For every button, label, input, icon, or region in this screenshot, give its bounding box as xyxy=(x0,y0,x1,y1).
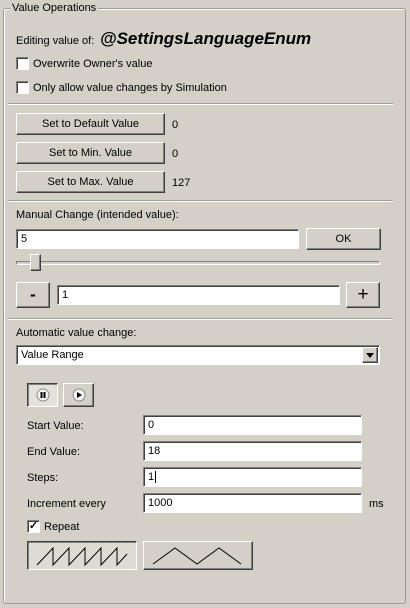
pause-icon xyxy=(36,388,49,402)
increment-unit: ms xyxy=(369,498,384,510)
overwrite-owner-checkbox[interactable] xyxy=(16,57,29,70)
mode-selected: Value Range xyxy=(21,349,84,361)
pause-button[interactable] xyxy=(27,383,58,407)
step-input[interactable]: 1 xyxy=(57,285,340,305)
start-value-input[interactable]: 0 xyxy=(143,415,362,435)
group-title: Value Operations xyxy=(10,2,99,14)
default-value: 0 xyxy=(172,119,179,131)
min-value: 0 xyxy=(172,148,179,160)
variable-name: @SettingsLanguageEnum xyxy=(100,29,312,48)
manual-change-label: Manual Change (intended value): xyxy=(16,209,179,221)
play-button[interactable] xyxy=(63,383,94,407)
dropdown-arrow[interactable] xyxy=(362,347,378,363)
automatic-change-label: Automatic value change: xyxy=(16,327,137,339)
repeat-checkbox[interactable]: ✓ xyxy=(27,520,40,533)
ok-button[interactable]: OK xyxy=(306,228,381,250)
chevron-down-icon xyxy=(366,352,374,358)
end-value-label: End Value: xyxy=(27,446,81,458)
mode-dropdown[interactable]: Value Range xyxy=(16,345,380,365)
only-simulation-checkbox[interactable] xyxy=(16,81,29,94)
triangle-wave-button[interactable] xyxy=(143,541,253,570)
overwrite-owner-label[interactable]: Overwrite Owner's value xyxy=(33,58,152,70)
max-value: 127 xyxy=(172,177,191,189)
editing-label: Editing value of: xyxy=(16,35,95,47)
decrement-button[interactable]: - xyxy=(16,282,50,308)
repeat-label[interactable]: Repeat xyxy=(44,521,79,533)
end-value-input[interactable]: 18 xyxy=(143,441,362,461)
manual-value-input[interactable]: 5 xyxy=(16,229,299,249)
steps-input[interactable]: 1 xyxy=(143,467,362,487)
triangle-wave-icon xyxy=(152,546,242,565)
play-icon xyxy=(72,388,85,402)
slider-track[interactable] xyxy=(16,261,380,265)
set-min-button[interactable]: Set to Min. Value xyxy=(16,142,165,164)
increment-input[interactable]: 1000 xyxy=(143,493,362,513)
set-max-button[interactable]: Set to Max. Value xyxy=(16,171,165,193)
sawtooth-wave-button[interactable] xyxy=(27,541,137,570)
separator xyxy=(8,200,393,202)
steps-label: Steps: xyxy=(27,472,59,484)
only-simulation-label[interactable]: Only allow value changes by Simulation xyxy=(33,82,227,94)
text-caret xyxy=(155,471,157,484)
sawtooth-wave-icon xyxy=(36,546,128,566)
start-value-label: Start Value: xyxy=(27,420,84,432)
separator xyxy=(8,103,393,105)
increment-every-label: Increment every xyxy=(27,498,106,510)
steps-value: 1 xyxy=(148,471,155,483)
set-default-button[interactable]: Set to Default Value xyxy=(16,113,165,135)
separator xyxy=(8,318,393,320)
increment-button[interactable]: + xyxy=(346,282,380,308)
slider-thumb[interactable] xyxy=(30,254,42,271)
